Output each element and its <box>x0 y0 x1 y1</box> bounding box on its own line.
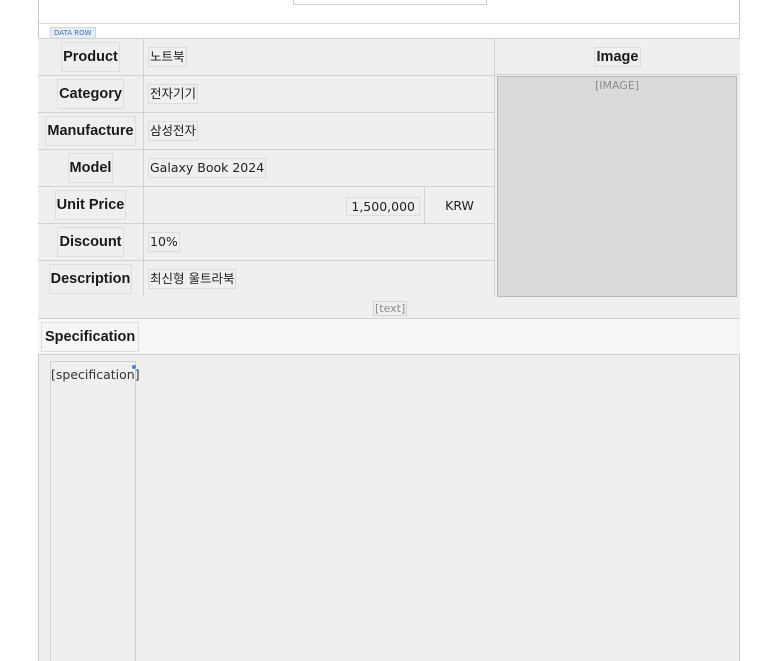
field-row-manufacture: Manufacture 삼성전자 <box>38 113 494 150</box>
field-row-discount: Discount 10% <box>38 224 494 261</box>
specification-body: [specification] <box>39 355 739 661</box>
column-divider <box>494 75 495 297</box>
field-row-unit-price: Unit Price 1,500,000 KRW <box>38 187 494 224</box>
specification-placeholder: [specification] <box>51 367 140 382</box>
data-row-grid: Product 노트북 Category 전자기기 Manufacture 삼성… <box>38 38 740 298</box>
field-label: Description <box>38 261 144 297</box>
field-row-category: Category 전자기기 <box>38 76 494 113</box>
top-input-field[interactable] <box>293 0 487 5</box>
divider <box>38 23 740 24</box>
field-label: Model <box>38 150 144 186</box>
field-value[interactable]: 10% <box>144 224 180 260</box>
field-label: Unit Price <box>38 187 144 223</box>
currency-label: KRW <box>424 187 494 223</box>
unit-price-value[interactable]: 1,500,000 <box>346 196 420 216</box>
field-value[interactable]: 삼성전자 <box>144 113 199 149</box>
field-value[interactable]: 노트북 <box>144 39 187 75</box>
field-label: Product <box>38 39 144 75</box>
field-row-model: Model Galaxy Book 2024 <box>38 150 494 187</box>
field-value[interactable]: 전자기기 <box>144 76 199 112</box>
resize-handle-icon[interactable] <box>132 365 136 369</box>
field-row-description: Description 최신형 울트라북 <box>38 261 494 298</box>
specification-title: Specification <box>41 322 140 352</box>
field-label: Discount <box>38 224 144 260</box>
field-row-product: Product 노트북 <box>38 39 494 76</box>
field-label: Category <box>38 76 144 112</box>
text-row: [text] <box>38 298 740 319</box>
image-header: Image <box>494 39 740 75</box>
specification-field[interactable]: [specification] <box>50 361 140 661</box>
image-placeholder[interactable]: [IMAGE] <box>497 76 737 297</box>
field-label: Manufacture <box>38 113 144 149</box>
field-value[interactable]: Galaxy Book 2024 <box>144 150 267 186</box>
specification-header: Specification <box>38 319 740 355</box>
field-value[interactable]: 최신형 울트라북 <box>144 261 237 297</box>
text-placeholder[interactable]: [text] <box>373 301 408 316</box>
